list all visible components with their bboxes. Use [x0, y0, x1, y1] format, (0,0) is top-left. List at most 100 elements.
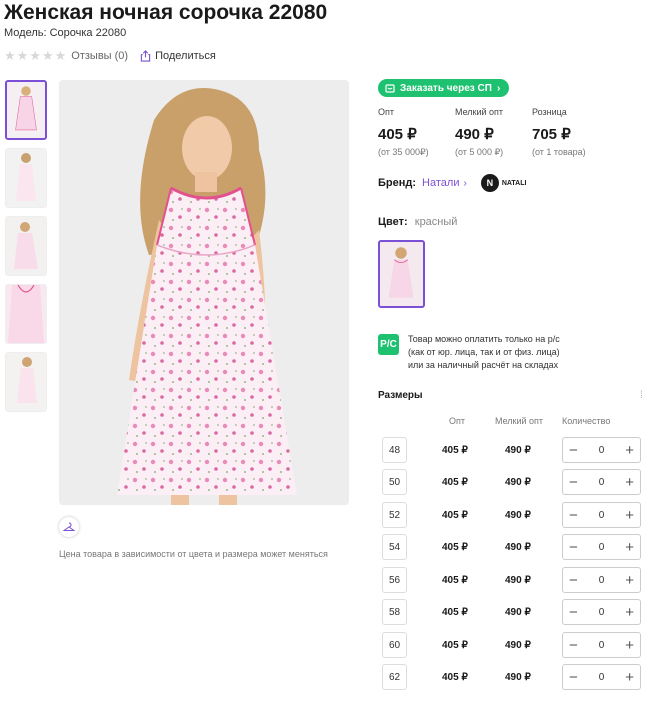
price-list: Опт 405 ₽ (от 35 000₽) Мелкий опт 490 ₽ …: [378, 107, 609, 158]
size-price-small-opt: 490 ₽: [505, 575, 531, 586]
product-title: Женская ночная сорочка 22080: [4, 1, 328, 24]
size-row: 60 405 ₽ 490 ₽ − 0 +: [382, 632, 646, 658]
quantity-value[interactable]: 0: [599, 445, 605, 456]
size-price-small-opt: 490 ₽: [505, 542, 531, 553]
thumbnail-5[interactable]: [5, 352, 47, 412]
swatch-image: [380, 242, 423, 306]
price-condition: (от 35 000₽): [378, 147, 429, 157]
quantity-value[interactable]: 0: [599, 575, 605, 586]
basket-icon: [385, 84, 395, 93]
header-opt: Опт: [449, 416, 465, 426]
thumbnail-image: [6, 353, 46, 411]
thumbnail-1[interactable]: [5, 80, 47, 140]
size-row: 48 405 ₽ 490 ₽ − 0 +: [382, 437, 646, 463]
reviews-link[interactable]: Отзывы (0): [71, 50, 128, 62]
product-model: Модель: Сорочка 22080: [4, 27, 127, 39]
thumbnail-image: [6, 217, 46, 275]
size-price-opt: 405 ₽: [442, 640, 468, 651]
minus-icon[interactable]: −: [569, 670, 578, 685]
star-icon: ★: [4, 48, 16, 63]
payment-icon: Р/С: [378, 334, 399, 355]
plus-icon[interactable]: +: [625, 443, 634, 458]
quantity-stepper: − 0 +: [562, 469, 641, 495]
price-value: 405 ₽: [378, 126, 417, 143]
sizes-title: Размеры: [378, 390, 423, 401]
quantity-value[interactable]: 0: [599, 510, 605, 521]
plus-icon[interactable]: +: [625, 508, 634, 523]
brand-logo-text: NATALI: [501, 179, 527, 187]
size-price-opt: 405 ₽: [442, 510, 468, 521]
payment-info: Р/С Товар можно оплатить только на р/с (…: [378, 333, 560, 372]
color-row: Цвет: красный: [378, 216, 457, 228]
plus-icon[interactable]: +: [625, 605, 634, 620]
size-label: 50: [382, 469, 407, 495]
size-row: 62 405 ₽ 490 ₽ − 0 +: [382, 664, 646, 690]
plus-icon[interactable]: +: [625, 670, 634, 685]
minus-icon[interactable]: −: [569, 475, 578, 490]
plus-icon[interactable]: +: [625, 475, 634, 490]
minus-icon[interactable]: −: [569, 638, 578, 653]
price-retail: Розница 705 ₽ (от 1 товара): [532, 107, 609, 158]
plus-icon[interactable]: +: [625, 540, 634, 555]
minus-icon[interactable]: −: [569, 605, 578, 620]
size-price-small-opt: 490 ₽: [505, 607, 531, 618]
size-price-opt: 405 ₽: [442, 542, 468, 553]
thumbnail-3[interactable]: [5, 216, 47, 276]
price-label: Розница: [532, 107, 567, 117]
size-row: 56 405 ₽ 490 ₽ − 0 +: [382, 567, 646, 593]
size-price-small-opt: 490 ₽: [505, 640, 531, 651]
main-product-photo[interactable]: [59, 80, 349, 505]
brand-row: Бренд: Натали › N NATALI: [378, 174, 526, 192]
share-icon: [140, 49, 151, 62]
price-condition: (от 5 000 ₽): [455, 147, 504, 157]
quantity-stepper: − 0 +: [562, 534, 641, 560]
quantity-value[interactable]: 0: [599, 477, 605, 488]
quantity-value[interactable]: 0: [599, 672, 605, 683]
rating-stars: ★ ★ ★ ★ ★: [4, 49, 66, 62]
quantity-value[interactable]: 0: [599, 542, 605, 553]
size-price-small-opt: 490 ₽: [505, 510, 531, 521]
thumbnail-2[interactable]: [5, 148, 47, 208]
plus-icon[interactable]: +: [625, 638, 634, 653]
payment-text: Товар можно оплатить только на р/с (как …: [408, 333, 560, 372]
star-icon: ★: [54, 48, 67, 63]
header-qty: Количество: [562, 416, 611, 426]
hanger-button[interactable]: [59, 517, 79, 537]
price-small-opt: Мелкий опт 490 ₽ (от 5 000 ₽): [455, 107, 532, 158]
chevron-right-icon: ›: [463, 177, 467, 189]
minus-icon[interactable]: −: [569, 540, 578, 555]
quantity-value[interactable]: 0: [599, 640, 605, 651]
thumbnail-image: [7, 82, 45, 138]
brand-logo[interactable]: N NATALI: [480, 174, 527, 192]
quantity-stepper: − 0 +: [562, 599, 641, 625]
order-sp-button[interactable]: Заказать через СП ›: [378, 79, 510, 97]
quantity-stepper: − 0 +: [562, 437, 641, 463]
size-price-small-opt: 490 ₽: [505, 672, 531, 683]
size-label: 62: [382, 664, 407, 690]
sizes-header: Опт Мелкий опт Количество: [378, 416, 646, 428]
brand-link[interactable]: Натали: [422, 177, 459, 189]
thumbnail-4[interactable]: [5, 284, 47, 344]
color-value: красный: [414, 216, 458, 228]
size-price-opt: 405 ₽: [442, 672, 468, 683]
star-icon: ★: [41, 48, 54, 63]
color-swatch-red[interactable]: [378, 240, 425, 308]
price-opt: Опт 405 ₽ (от 35 000₽): [378, 107, 455, 158]
size-label: 58: [382, 599, 407, 625]
minus-icon[interactable]: −: [569, 573, 578, 588]
scroll-indicator[interactable]: ⁞: [640, 390, 643, 401]
size-label: 54: [382, 534, 407, 560]
quantity-stepper: − 0 +: [562, 567, 641, 593]
plus-icon[interactable]: +: [625, 573, 634, 588]
size-label: 60: [382, 632, 407, 658]
share-button[interactable]: Поделиться: [140, 50, 216, 62]
quantity-value[interactable]: 0: [599, 607, 605, 618]
brand-label: Бренд:: [378, 177, 417, 189]
minus-icon[interactable]: −: [569, 508, 578, 523]
thumbnail-image: [6, 285, 46, 343]
size-price-opt: 405 ₽: [442, 445, 468, 456]
price-value: 705 ₽: [532, 126, 571, 143]
size-price-opt: 405 ₽: [442, 575, 468, 586]
size-label: 52: [382, 502, 407, 528]
minus-icon[interactable]: −: [569, 443, 578, 458]
